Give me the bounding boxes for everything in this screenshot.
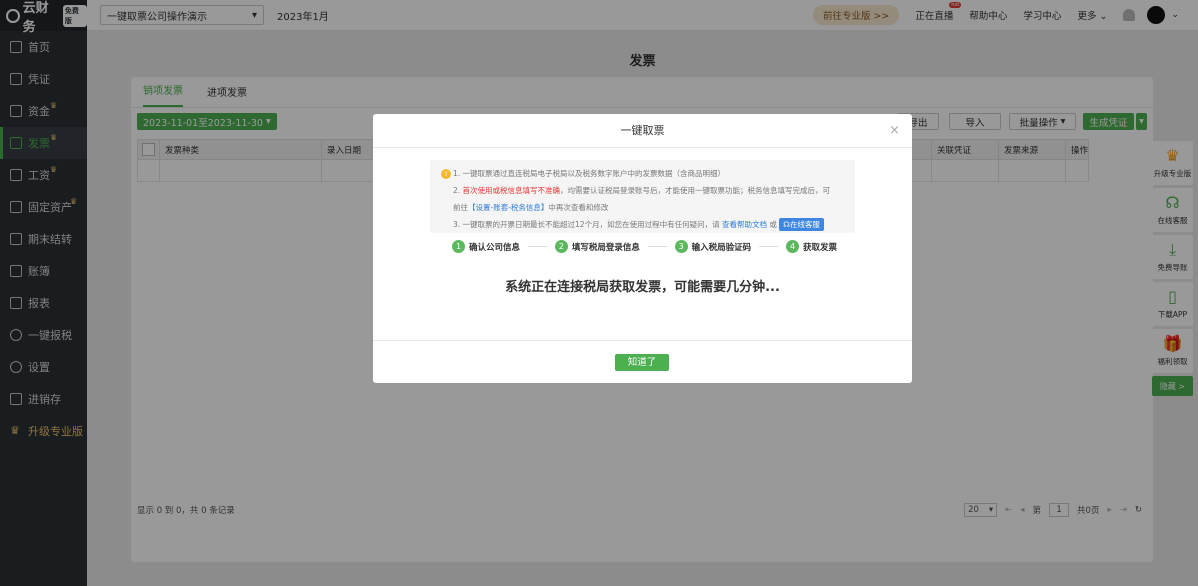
notice-text: 3. 一键取票的开票日期最长不能超过12个月，如您在使用过程中有任何疑问，请	[453, 220, 720, 229]
step-label: 获取发票	[802, 242, 837, 253]
notice-text: 1. 一键取票通过直连税局电子税局以及税务数字账户中的发票数据（含商品明细）	[453, 169, 726, 178]
notice-text: ，均需要认证税局登录账号后，才能使用一键取票功能；税务信息填写完成后，可	[560, 186, 831, 195]
help-doc-link[interactable]: 查看帮助文档	[722, 220, 767, 229]
notice-line-2: 2. 首次使用或税信息填写不准确，均需要认证税局登录账号后，才能使用一键取票功能…	[441, 182, 855, 199]
notice-line-1: ! 1. 一键取票通过直连税局电子税局以及税务数字账户中的发票数据（含商品明细）	[441, 165, 855, 182]
online-service-button[interactable]: ☊在线客服	[779, 218, 824, 231]
modal-header: 一键取票 ×	[373, 114, 912, 148]
modal-title: 一键取票	[620, 124, 665, 137]
step-divider	[759, 246, 778, 247]
got-it-button[interactable]: 知道了	[615, 354, 669, 371]
notice-text: 中再次查看和修改	[548, 203, 609, 212]
step-label: 输入税局验证码	[691, 242, 752, 253]
tax-info-settings-link[interactable]: 【设置-账套-税务信息】	[468, 203, 548, 212]
modal-footer: 知道了	[373, 340, 912, 383]
status-message: 系统正在连接税局获取发票，可能需要几分钟...	[505, 280, 780, 295]
notice-line-3: 3. 一键取票的开票日期最长不能超过12个月，如您在使用过程中有任何疑问，请 查…	[441, 216, 855, 233]
notice-text: 前往	[453, 203, 468, 212]
step-3: 3 输入税局验证码	[674, 240, 752, 253]
fetch-invoice-modal: 一键取票 × ! 1. 一键取票通过直连税局电子税局以及税务数字账户中的发票数据（…	[373, 114, 912, 383]
warning-icon: !	[441, 169, 451, 179]
notice-num: 2.	[453, 186, 463, 195]
step-divider	[647, 246, 667, 247]
step-label: 填写税局登录信息	[571, 242, 640, 253]
step-number: 2	[554, 240, 568, 253]
progress-steps: 1 确认公司信息 2 填写税局登录信息 3 输入税局验证码 4 获取发票	[452, 240, 837, 253]
step-number: 1	[452, 240, 465, 253]
close-icon[interactable]: ×	[889, 114, 900, 148]
step-number: 4	[785, 240, 799, 253]
step-divider	[528, 246, 547, 247]
notice-box: ! 1. 一键取票通过直连税局电子税局以及税务数字账户中的发票数据（含商品明细） …	[430, 160, 855, 233]
notice-text: 或	[769, 220, 777, 229]
headset-icon: ☊	[783, 220, 790, 229]
step-2: 2 填写税局登录信息	[554, 240, 640, 253]
step-4: 4 获取发票	[785, 240, 837, 253]
online-service-label: 在线客服	[789, 220, 820, 229]
step-number: 3	[674, 240, 688, 253]
step-label: 确认公司信息	[469, 242, 521, 253]
notice-warning-text: 首次使用或税信息填写不准确	[462, 186, 561, 195]
step-1: 1 确认公司信息	[452, 240, 520, 253]
notice-line-2b: 前往【设置-账套-税务信息】中再次查看和修改	[441, 199, 855, 216]
